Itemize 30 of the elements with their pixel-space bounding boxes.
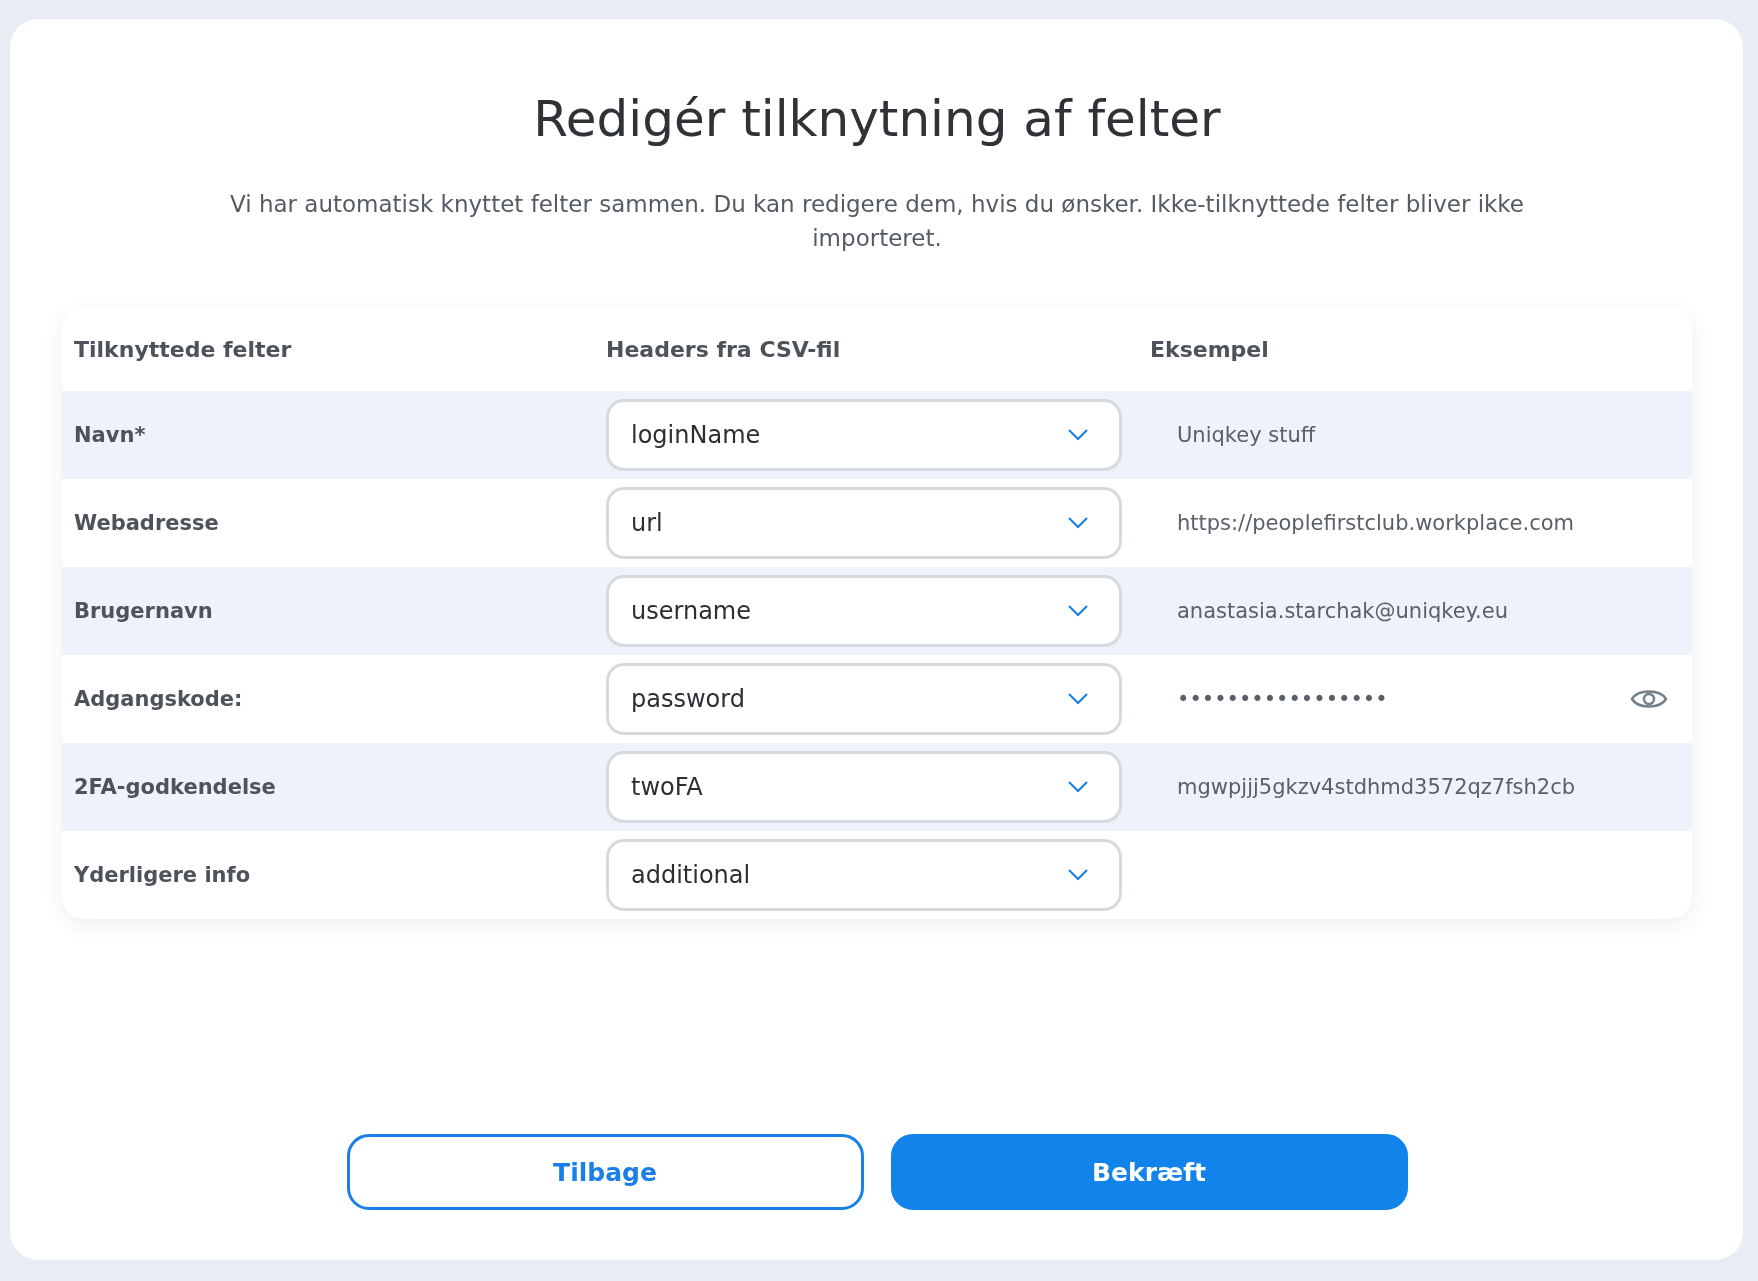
field-label: Yderligere info	[73, 863, 252, 887]
example-value: anastasia.starchak@uniqkey.eu	[1177, 599, 1508, 623]
caret-icon	[1067, 692, 1089, 706]
field-label: Navn*	[73, 423, 147, 447]
confirm-button[interactable]: Bekræft	[890, 1134, 1408, 1210]
example-value: •••••••••••••••••	[1177, 687, 1388, 711]
header-dropdown[interactable]: url	[606, 487, 1122, 559]
example-value: mgwpjjj5gkzv4stdhmd3572qz7fsh2cb	[1177, 775, 1576, 799]
example-value: Uniqkey stuff	[1177, 423, 1316, 447]
header-dropdown[interactable]: loginName	[606, 399, 1122, 471]
field-label: Brugernavn	[73, 599, 214, 623]
header-dropdown[interactable]: twoFA	[606, 751, 1122, 823]
caret-icon	[1067, 868, 1089, 882]
example-value: https://peoplefirstclub.workplace.com	[1177, 511, 1575, 535]
field-label: Adgangskode:	[73, 687, 244, 711]
back-button[interactable]: Tilbage	[346, 1134, 864, 1210]
header-dropdown[interactable]: additional	[606, 839, 1122, 911]
field-label: Webadresse	[73, 511, 220, 535]
field-label: 2FA-godkendelse	[73, 775, 277, 799]
caret-icon	[1067, 604, 1089, 618]
column-header: Tilknyttede felter	[73, 336, 293, 362]
page-title: Redigér tilknytning af felter	[532, 89, 1222, 149]
column-header: Eksempel	[1150, 336, 1270, 362]
caret-icon	[1067, 428, 1089, 442]
caret-icon	[1067, 780, 1089, 794]
header-dropdown[interactable]: password	[606, 663, 1122, 735]
column-header: Headers fra CSV-fil	[606, 336, 842, 362]
header-dropdown[interactable]: username	[606, 575, 1122, 647]
caret-icon	[1067, 516, 1089, 530]
description: Vi har automatisk knyttet felter sammen. Du kan redigere dem, hvis du ønsker. Ikke-tilknyttede felter bliver ikke importeret.	[228, 190, 1526, 253]
